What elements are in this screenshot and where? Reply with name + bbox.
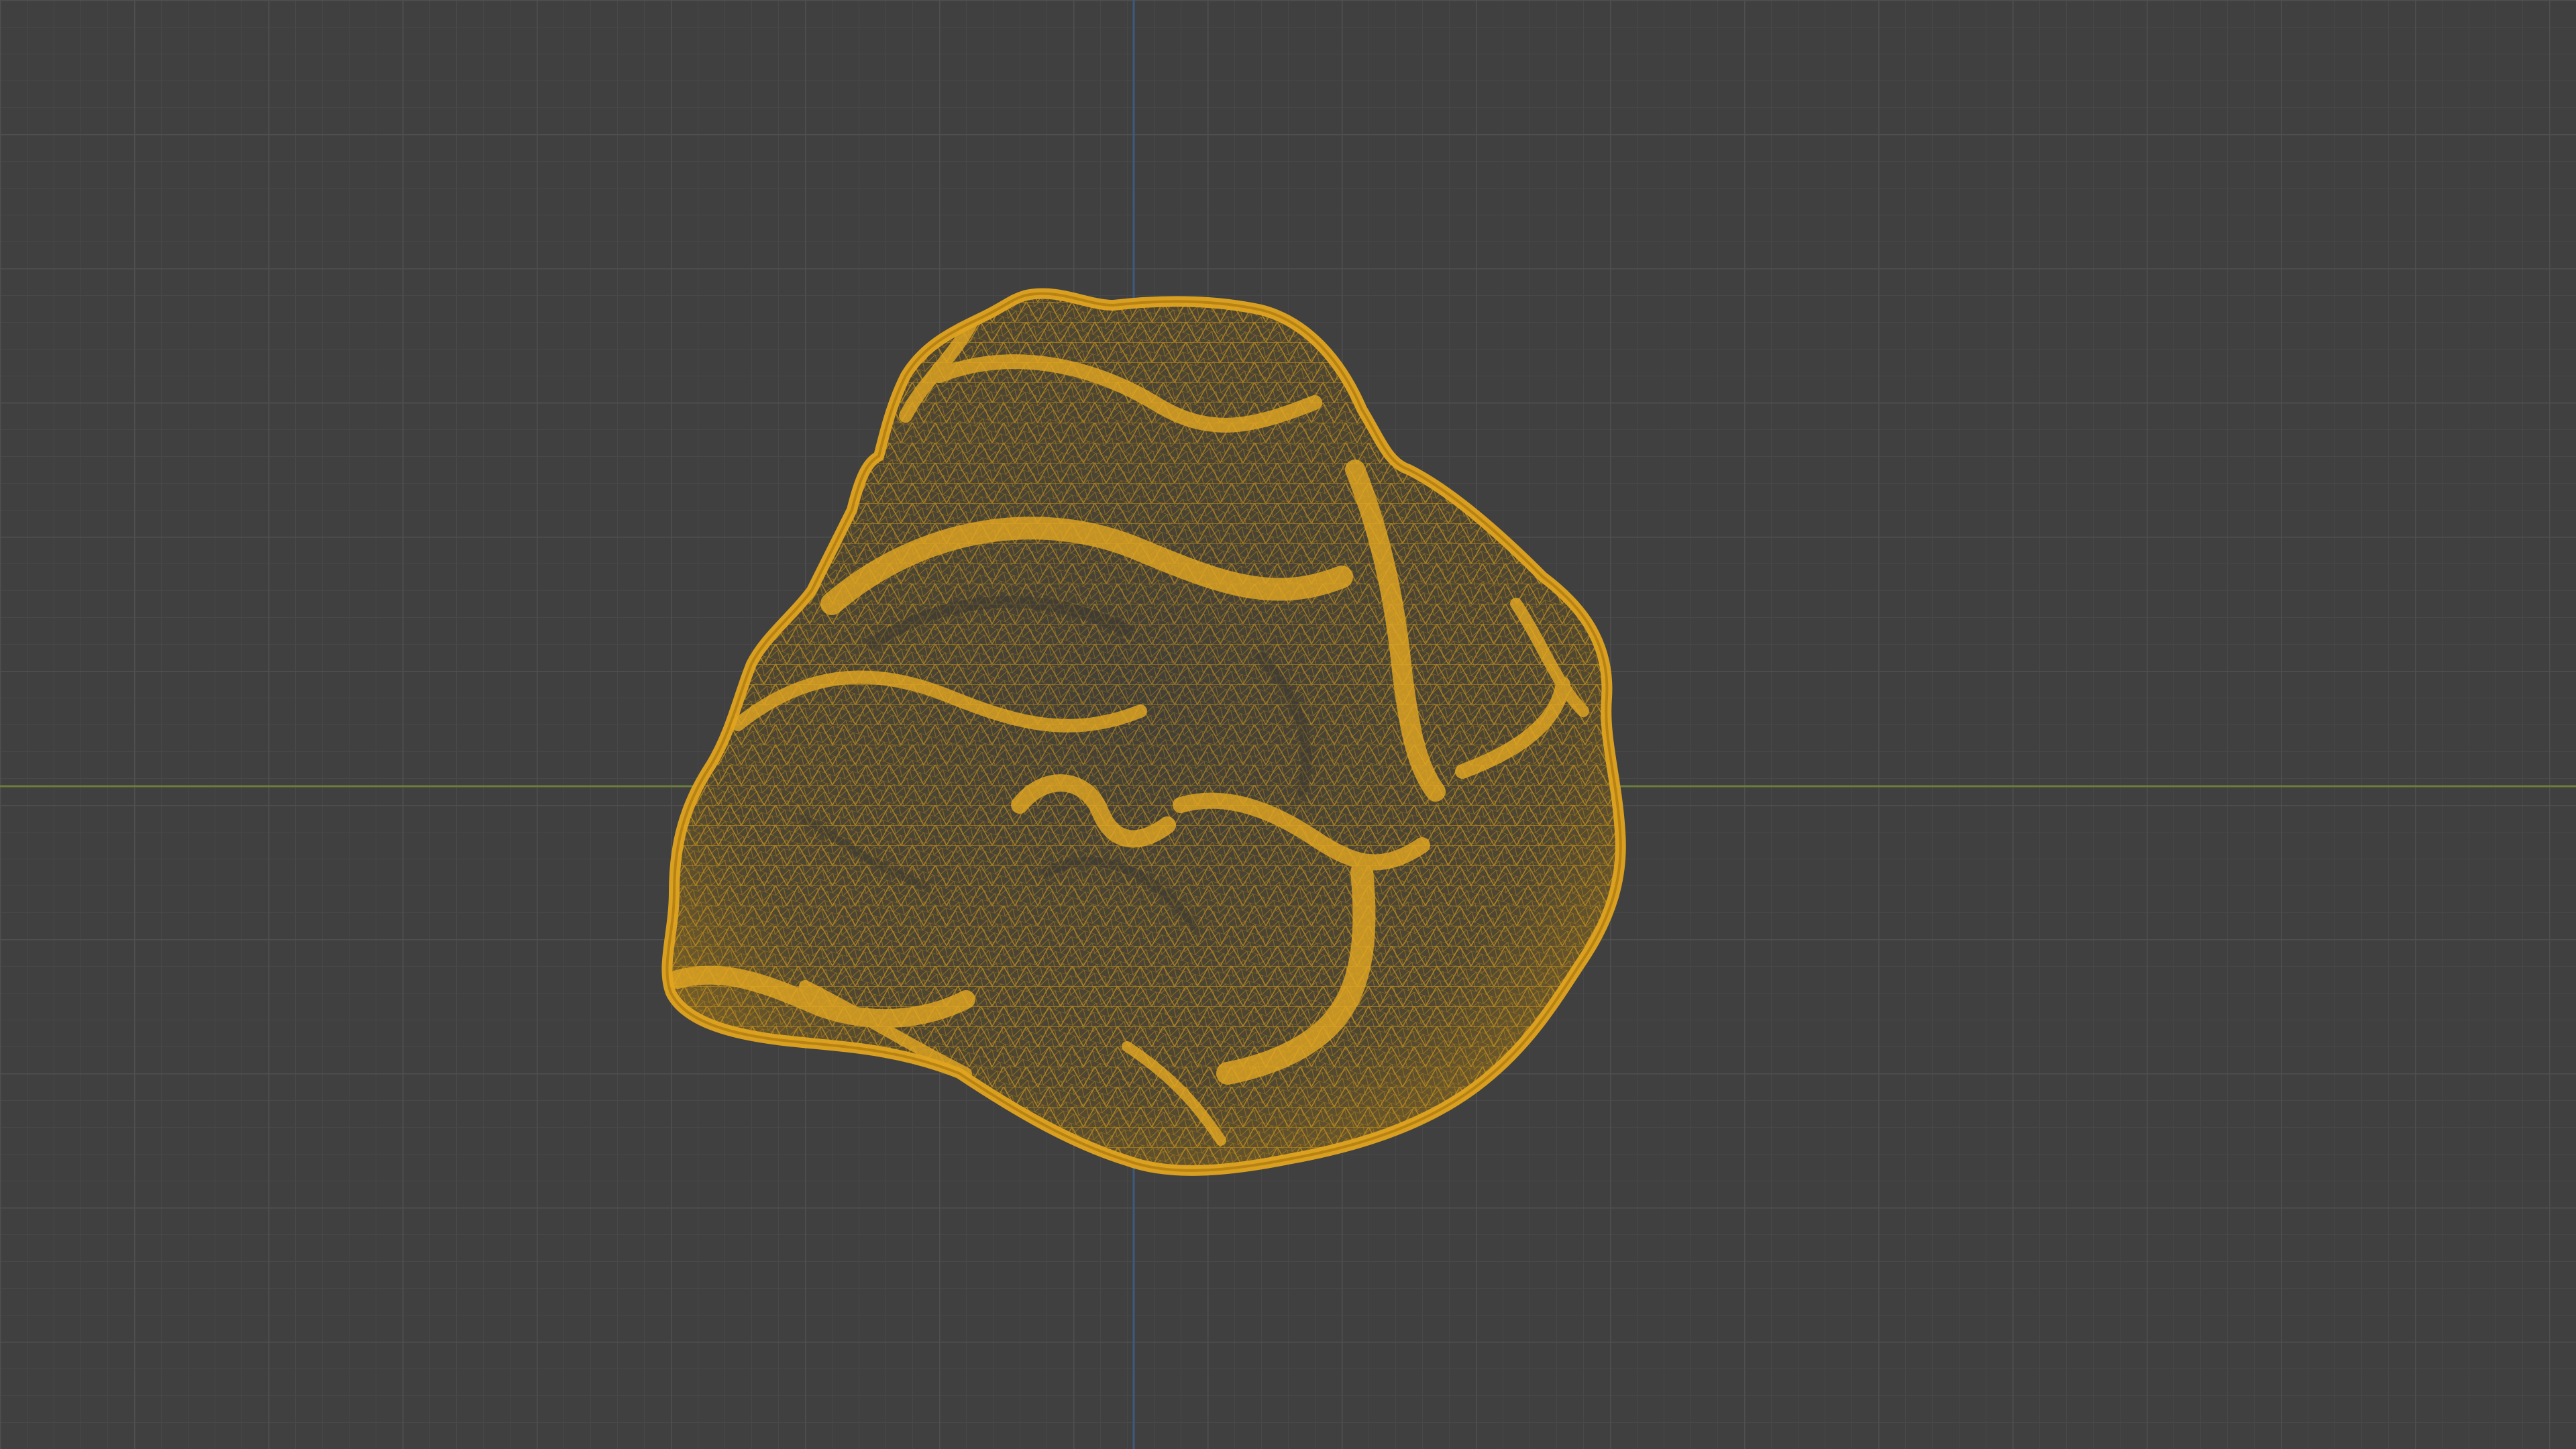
viewport-canvas[interactable] xyxy=(0,0,2576,1449)
3d-viewport[interactable] xyxy=(0,0,2576,1449)
